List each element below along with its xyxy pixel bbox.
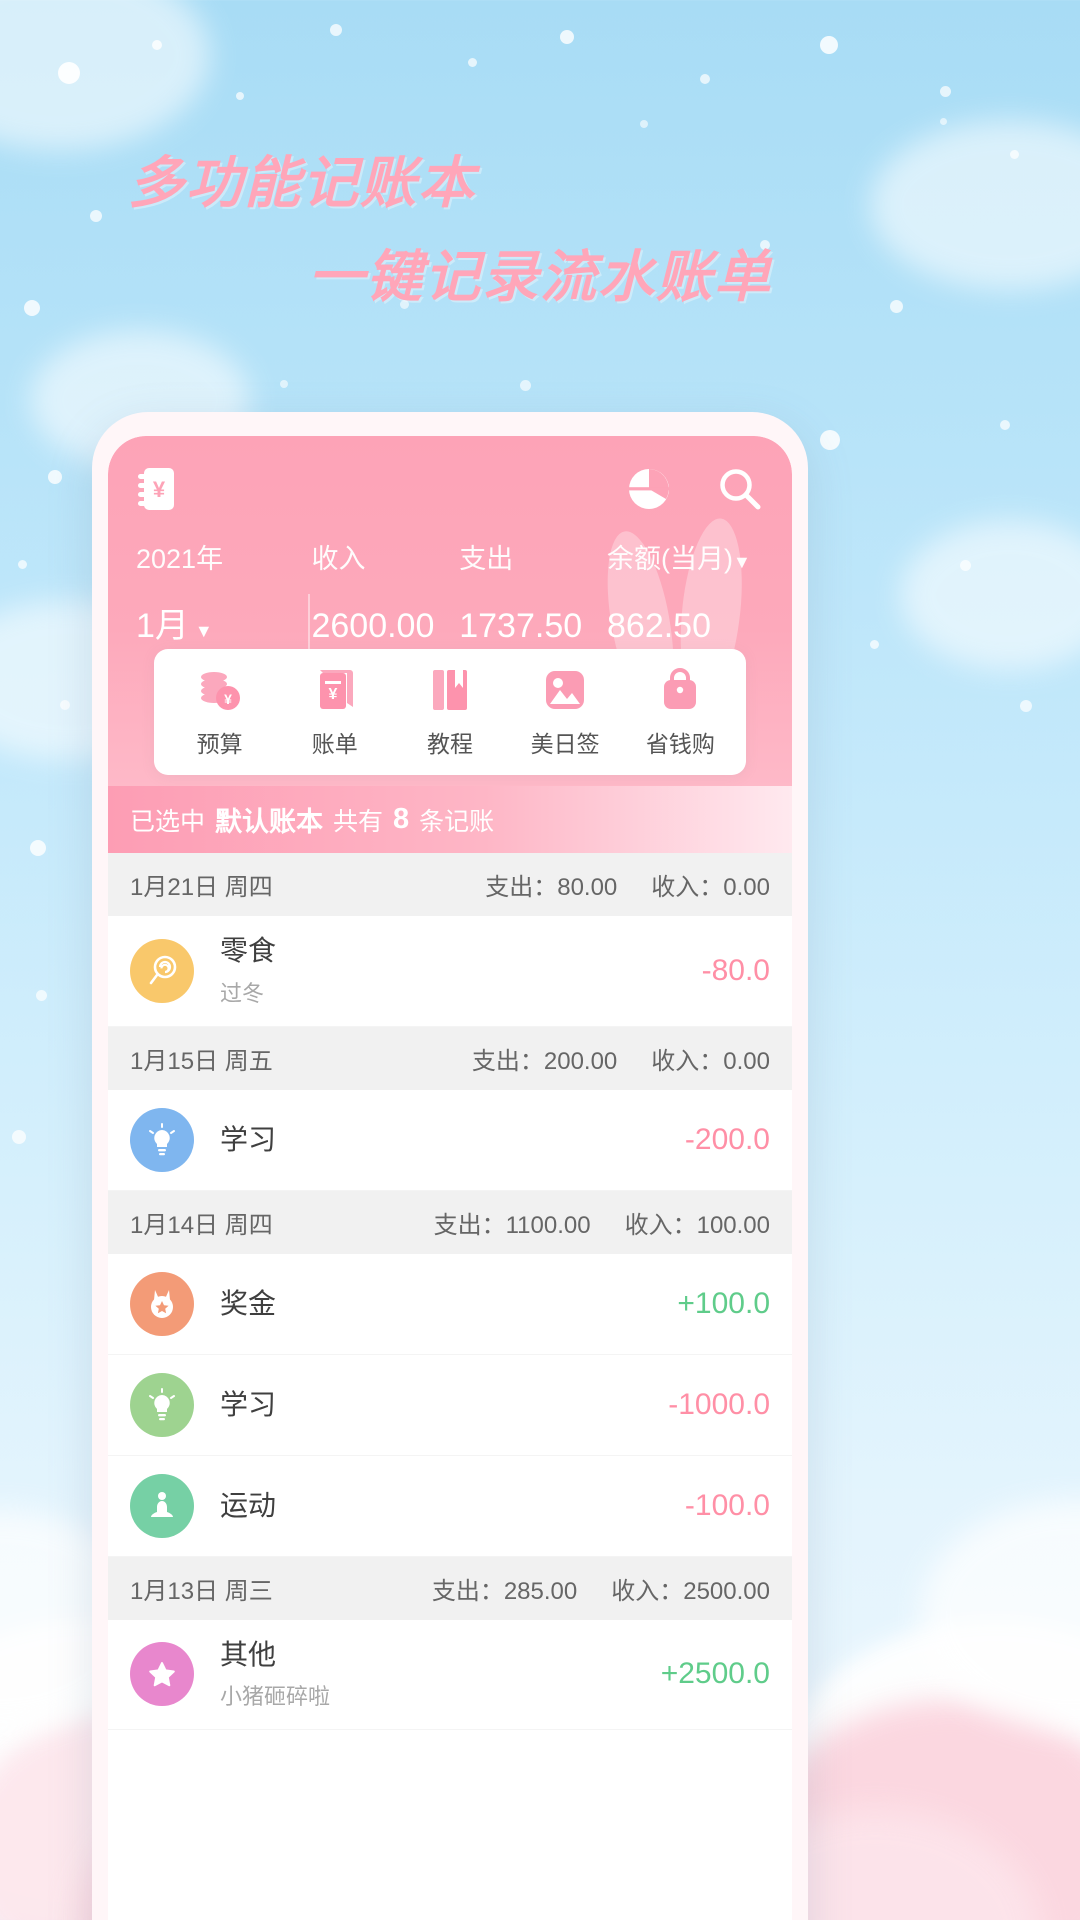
coins-icon: ¥ (197, 667, 243, 713)
summary-row: 2021年 1月 ▼ 收入 2600.00 支出 1737.50 余额(当月)▼… (136, 544, 764, 650)
summary-balance[interactable]: 余额(当月)▼ 862.50 (607, 546, 764, 645)
balance-value: 862.50 (607, 607, 711, 645)
svg-text:¥: ¥ (224, 691, 232, 707)
group-date: 1月14日 周四 (130, 1211, 273, 1239)
group-expense: 支出：200.00 (471, 1047, 618, 1075)
expense-value: 1737.50 (459, 607, 583, 645)
image-icon (542, 667, 588, 713)
group-income: 收入：100.00 (624, 1211, 770, 1239)
txn-note: 小猪砸碎啦 (220, 1684, 331, 1710)
txn-category: 运动 (220, 1489, 277, 1521)
income-value: 2600.00 (311, 607, 435, 645)
table-row[interactable]: 其他 小猪砸碎啦 +2500.0 (108, 1619, 792, 1731)
shopping-bag-icon (657, 667, 703, 713)
date-group-header: 1月15日 周五 支出：200.00 收入：0.00 (108, 1026, 792, 1090)
group-date: 1月21日 周四 (130, 874, 273, 901)
star-icon (130, 1642, 194, 1707)
txn-amount: +100.0 (677, 1286, 770, 1320)
quick-item-label: 预算 (196, 731, 243, 757)
lollipop-icon (130, 938, 194, 1003)
quick-menu-wrap: ¥ 预算 ¥ 账单 教程 美日签 省钱购 (136, 649, 764, 775)
txn-category: 其他 (220, 1638, 277, 1670)
group-income: 收入：0.00 (651, 1047, 770, 1075)
quick-item-save-shop[interactable]: 省钱购 (624, 667, 736, 759)
ledger-record-count: 8 (393, 803, 410, 835)
ledger-selection-bar[interactable]: 已选中 默认账本 共有 8 条记账 (108, 786, 792, 853)
txn-category: 奖金 (220, 1287, 277, 1319)
bill-yen-icon: ¥ (312, 667, 358, 713)
app-screen: ¥ 2021年 1月 ▼ 收入 2600.00 支出 1737.50 余额(当月… (108, 436, 792, 1920)
group-income: 收入：0.00 (651, 874, 770, 901)
ledger-selected-prefix: 已选中 (130, 807, 206, 836)
lightbulb-icon (130, 1372, 194, 1437)
phone-mockup: ¥ 2021年 1月 ▼ 收入 2600.00 支出 1737.50 余额(当月… (92, 412, 808, 1920)
txn-note: 过冬 (220, 980, 265, 1006)
ledger-total-suffix: 条记账 (419, 807, 495, 836)
txn-category: 学习 (220, 1388, 277, 1420)
medal-icon (130, 1271, 194, 1336)
table-row[interactable]: 学习 -200.0 (108, 1089, 792, 1191)
date-group-header: 1月14日 周四 支出：1100.00 收入：100.00 (108, 1190, 792, 1254)
txn-amount: +2500.0 (660, 1657, 770, 1691)
app-header: ¥ 2021年 1月 ▼ 收入 2600.00 支出 1737.50 余额(当月… (108, 436, 792, 786)
txn-amount: -80.0 (701, 953, 770, 987)
date-group-header: 1月21日 周四 支出：80.00 收入：0.00 (108, 853, 792, 916)
ledger-total-prefix: 共有 (333, 807, 384, 836)
quick-item-daily-sign[interactable]: 美日签 (509, 667, 621, 759)
group-date: 1月15日 周五 (130, 1047, 273, 1075)
yoga-icon (130, 1473, 194, 1538)
quick-item-budget[interactable]: ¥ 预算 (164, 667, 276, 759)
summary-month: 1月 (136, 607, 189, 645)
txn-amount: -200.0 (684, 1122, 770, 1156)
quick-item-label: 教程 (426, 731, 473, 757)
lightbulb-icon (130, 1107, 194, 1172)
chevron-down-icon: ▼ (194, 621, 213, 641)
book-icon (427, 667, 473, 713)
date-group-header: 1月13日 周三 支出：285.00 收入：2500.00 (108, 1556, 792, 1620)
txn-category: 零食 (220, 935, 277, 966)
group-expense: 支出：1100.00 (433, 1211, 591, 1239)
summary-expense: 支出 1737.50 (459, 544, 607, 645)
txn-category: 学习 (220, 1123, 277, 1155)
headline-line-1: 多功能记账本 (128, 151, 476, 214)
balance-label-row: 余额(当月)▼ (607, 546, 764, 573)
group-date: 1月13日 周三 (130, 1577, 273, 1605)
balance-label: 余额(当月) (607, 544, 733, 574)
transaction-list: 1月21日 周四 支出：80.00 收入：0.00 零食 过冬 -80.0 1月… (108, 853, 792, 1731)
table-row[interactable]: 运动 -100.0 (108, 1455, 792, 1557)
svg-text:¥: ¥ (328, 686, 337, 703)
summary-period[interactable]: 2021年 1月 ▼ (136, 544, 311, 644)
group-expense: 支出：285.00 (431, 1577, 578, 1605)
table-row[interactable]: 零食 过冬 -80.0 (108, 916, 792, 1027)
table-row[interactable]: 奖金 +100.0 (108, 1253, 792, 1355)
summary-month-selector[interactable]: 1月 ▼ (136, 609, 311, 643)
table-row[interactable]: 学习 -1000.0 (108, 1354, 792, 1456)
summary-year: 2021年 (136, 544, 224, 574)
group-expense: 支出：80.00 (485, 874, 618, 901)
quick-item-label: 账单 (311, 731, 358, 757)
quick-item-label: 省钱购 (645, 731, 715, 757)
income-label: 收入 (311, 544, 366, 574)
quick-item-bill[interactable]: ¥ 账单 (279, 667, 391, 759)
group-income: 收入：2500.00 (611, 1577, 770, 1605)
expense-label: 支出 (459, 544, 514, 574)
quick-item-label: 美日签 (530, 731, 600, 757)
ledger-yen-icon[interactable]: ¥ (136, 466, 178, 512)
summary-income: 收入 2600.00 (311, 544, 459, 645)
txn-amount: -100.0 (684, 1488, 770, 1522)
headline-line-2: 一键记录流水账单 (308, 245, 772, 308)
txn-amount: -1000.0 (668, 1387, 770, 1421)
chevron-down-icon-balance: ▼ (732, 552, 751, 572)
svg-text:¥: ¥ (153, 477, 166, 502)
ledger-name: 默认账本 (215, 807, 324, 837)
quick-item-tutorial[interactable]: 教程 (394, 667, 506, 759)
quick-menu: ¥ 预算 ¥ 账单 教程 美日签 省钱购 (154, 649, 746, 775)
